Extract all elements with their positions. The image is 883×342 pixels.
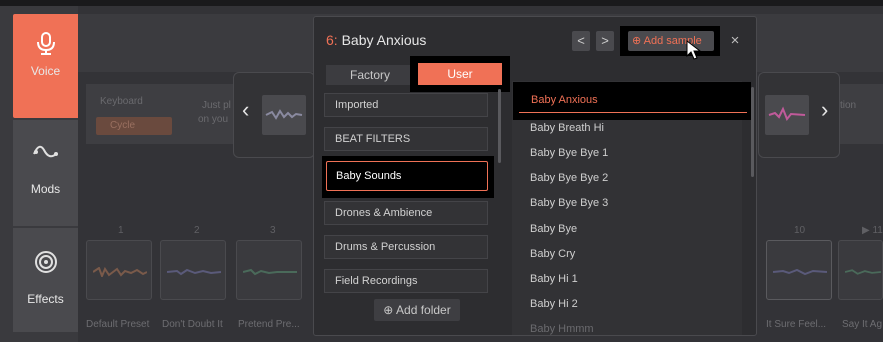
target-icon: [34, 251, 57, 273]
sidebar-item-effects[interactable]: Effects: [13, 228, 78, 332]
sidebar-item-label: Effects: [27, 292, 64, 306]
pad-2[interactable]: [160, 240, 226, 300]
previous-sample-panel[interactable]: ‹: [233, 72, 315, 158]
pad-name-3: Pretend Pre...: [238, 319, 300, 330]
cycle-label: Cycle: [110, 120, 136, 131]
folder-scrollbar[interactable]: [498, 89, 501, 163]
sample-thumbnail: [262, 95, 306, 135]
sample-item[interactable]: Baby Cry: [530, 248, 575, 260]
sample-item-selected[interactable]: Baby Anxious: [519, 89, 747, 113]
folder-item[interactable]: Drums & Percussion: [324, 235, 488, 259]
background-hint-text-2: on you: [198, 114, 229, 125]
folder-item[interactable]: Field Recordings: [324, 269, 488, 293]
sidebar-item-voice[interactable]: Voice: [13, 14, 78, 118]
pad-number-2: 2: [194, 225, 200, 236]
pad-name-11: Say It Ag: [842, 319, 883, 330]
background-keyboard-label: Keyboard: [100, 96, 143, 107]
tab-factory[interactable]: Factory: [326, 65, 414, 85]
sample-item[interactable]: Baby Hi 2: [530, 298, 578, 310]
chevron-left-icon: ‹: [242, 97, 250, 122]
sidebar-item-label: Voice: [30, 64, 61, 78]
pad-11[interactable]: [838, 240, 883, 300]
sidebar-item-label: Mods: [30, 182, 61, 196]
folder-item[interactable]: Drones & Ambience: [324, 201, 488, 225]
folder-item[interactable]: BEAT FILTERS: [324, 127, 488, 151]
waveform-icon: [768, 106, 806, 121]
sidebar-item-mods[interactable]: Mods: [13, 120, 78, 226]
microphone-icon: [36, 32, 55, 55]
sample-thumbnail: [765, 95, 809, 135]
folder-item[interactable]: Imported: [324, 93, 488, 117]
pad-number-1: 1: [118, 225, 124, 236]
sample-item[interactable]: Baby Bye Bye 1: [530, 147, 608, 159]
previous-button[interactable]: <: [572, 31, 590, 51]
add-folder-button[interactable]: ⊕ Add folder: [374, 299, 460, 321]
pad-1[interactable]: [86, 240, 152, 300]
sample-item[interactable]: Baby Bye Bye 2: [530, 172, 608, 184]
plus-circle-icon: ⊕: [632, 35, 642, 47]
sample-slot-number: 6:: [326, 32, 338, 48]
pad-number-3: 3: [270, 225, 276, 236]
background-right-text: tion: [840, 100, 857, 111]
sample-scrollbar[interactable]: [751, 87, 754, 177]
pad-3[interactable]: [236, 240, 302, 300]
folder-item-selected[interactable]: Baby Sounds: [326, 161, 488, 191]
waveform-icon: [845, 269, 881, 275]
chevron-right-icon: ›: [821, 97, 829, 122]
pad-10[interactable]: [766, 240, 832, 300]
sample-item[interactable]: Baby Hi 1: [530, 273, 578, 285]
modal-title: 6: Baby Anxious: [326, 32, 426, 48]
tab-user[interactable]: User: [418, 63, 502, 85]
sample-item[interactable]: Baby Bye Bye 3: [530, 197, 608, 209]
background-hint-text: Just pl: [202, 100, 231, 111]
next-sample-panel[interactable]: ›: [758, 72, 840, 158]
pad-number-10: 10: [794, 225, 806, 236]
waveform-icon: [265, 109, 303, 120]
sample-item[interactable]: Baby Hmmm: [530, 323, 594, 335]
wave-curve-icon: [32, 145, 58, 158]
waveform-icon: [773, 268, 827, 276]
sample-browser-modal: 6: Baby Anxious < > ⊕ Add sample × Facto…: [313, 16, 757, 336]
sample-title: Baby Anxious: [341, 32, 427, 48]
pad-number-11-text: 11: [872, 225, 883, 236]
pad-name-1: Default Preset: [86, 319, 150, 330]
sample-item[interactable]: Baby Breath Hi: [530, 122, 604, 134]
sample-item[interactable]: Baby Bye: [530, 223, 577, 235]
pad-name-2: Don't Doubt It: [162, 319, 223, 330]
mouse-cursor-icon: [686, 40, 702, 60]
close-button[interactable]: ×: [726, 31, 744, 51]
waveform-icon: [167, 268, 221, 276]
pad-name-10: It Sure Feel...: [766, 319, 827, 330]
next-button[interactable]: >: [596, 31, 614, 51]
waveform-icon: [93, 267, 147, 277]
plus-circle-icon: ⊕: [383, 303, 394, 317]
background-cycle-button: Cycle: [96, 117, 172, 135]
add-folder-label: Add folder: [396, 303, 451, 317]
waveform-icon: [243, 268, 297, 276]
pad-number-11: ▶ 11: [862, 225, 883, 236]
